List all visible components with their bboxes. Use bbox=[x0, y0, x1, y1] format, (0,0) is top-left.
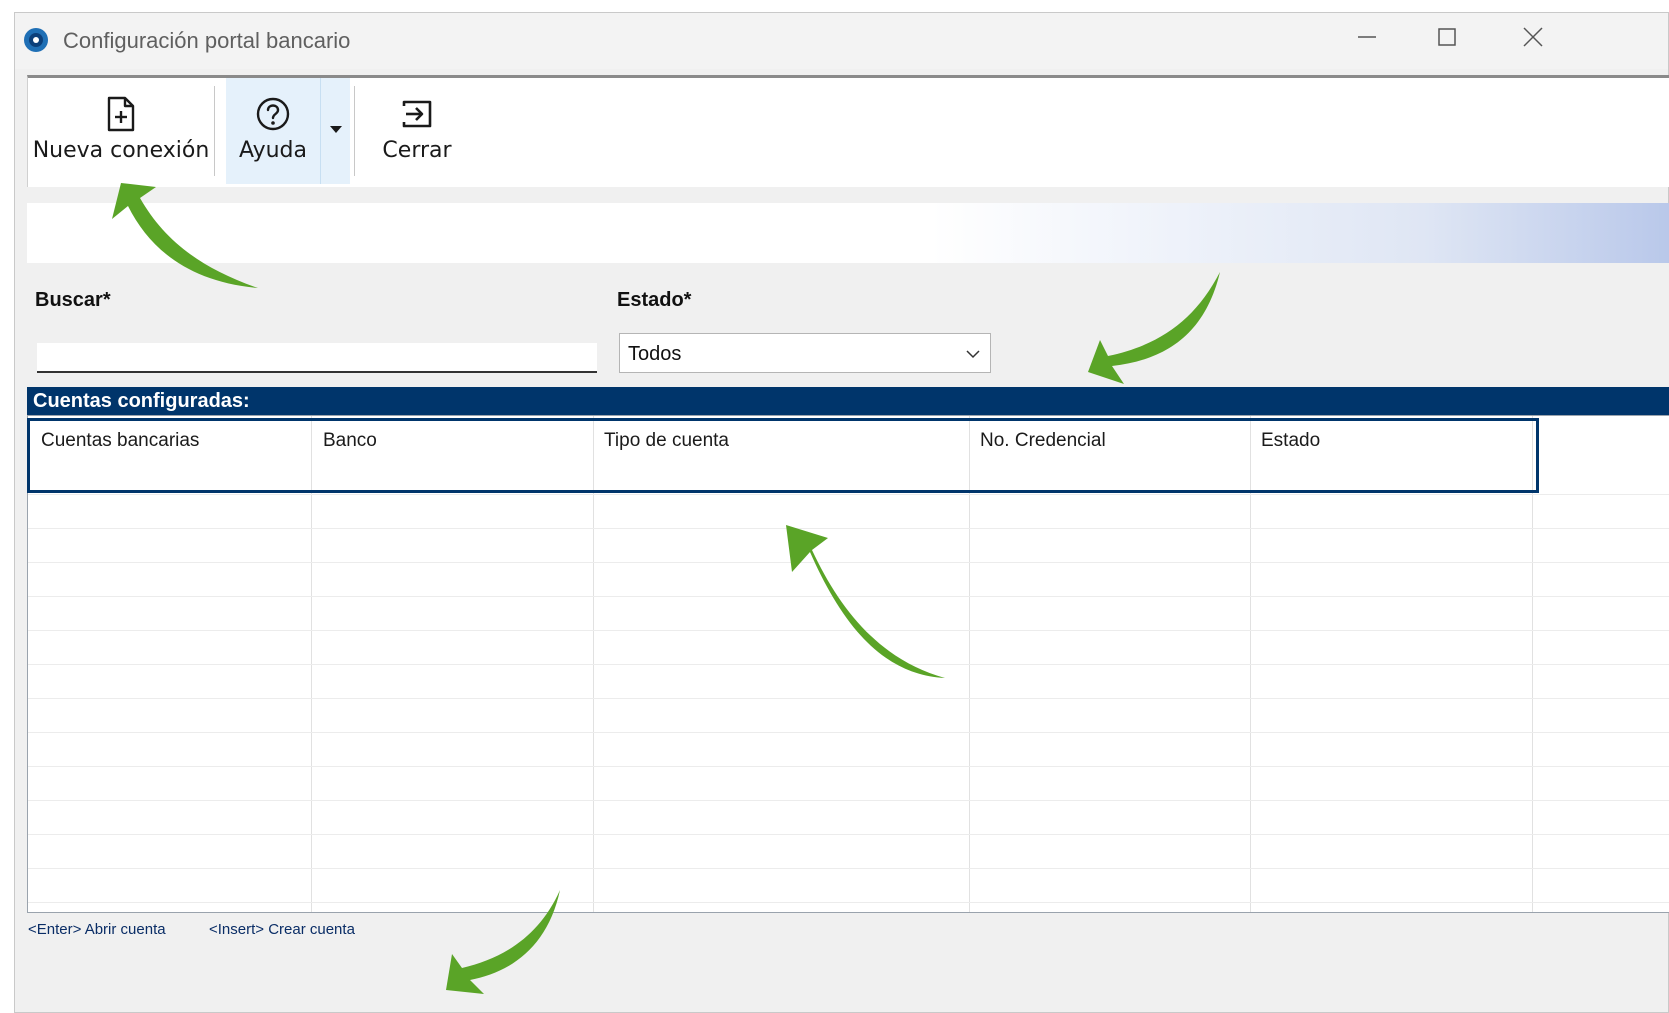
annotation-arrow bbox=[112, 183, 258, 288]
annotation-arrows bbox=[112, 183, 1220, 994]
annotation-arrow bbox=[1088, 272, 1220, 384]
annotation-arrow bbox=[786, 525, 945, 678]
annotation-arrow bbox=[446, 890, 560, 994]
